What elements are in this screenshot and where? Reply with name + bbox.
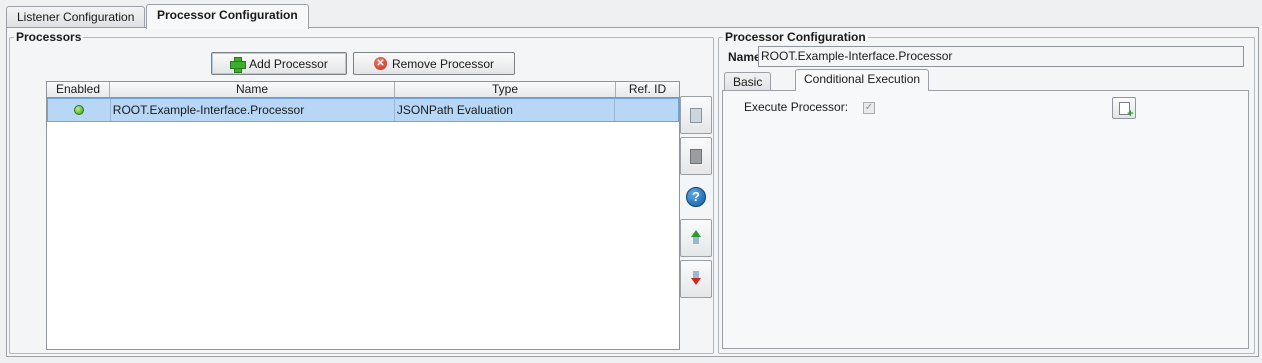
move-up-button[interactable] (680, 219, 712, 257)
column-header-type[interactable]: Type (395, 82, 616, 97)
ref-id-cell[interactable] (615, 99, 678, 121)
move-up-icon (689, 230, 703, 246)
execute-processor-checkbox[interactable]: ✓ (863, 102, 875, 114)
column-header-name[interactable]: Name (110, 82, 395, 97)
paste-icon (687, 145, 702, 164)
copy-icon (687, 104, 702, 123)
enabled-cell[interactable] (48, 99, 111, 121)
help-icon: ? (686, 187, 706, 207)
tab-conditional-execution[interactable]: Conditional Execution (795, 69, 930, 91)
plus-icon (230, 56, 247, 73)
add-processor-label: Add Processor (249, 56, 328, 71)
tab-listener-configuration[interactable]: Listener Configuration (6, 6, 146, 28)
tab-basic[interactable]: Basic (724, 72, 772, 92)
name-field[interactable]: ROOT.Example-Interface.Processor (758, 46, 1244, 67)
copy-processor-button[interactable] (680, 96, 712, 134)
execute-processor-label: Execute Processor: (744, 100, 849, 114)
remove-processor-button[interactable]: ✕ Remove Processor (353, 52, 515, 75)
type-cell[interactable]: JSONPath Evaluation (395, 99, 616, 121)
add-processor-button[interactable]: Add Processor (211, 52, 347, 75)
move-down-icon (689, 271, 703, 287)
enabled-status-icon (73, 104, 84, 115)
processors-group-title: Processors (14, 30, 84, 44)
name-cell[interactable]: ROOT.Example-Interface.Processor (111, 99, 395, 121)
paste-processor-button[interactable] (680, 137, 712, 175)
conditional-execution-panel: Execute Processor: ✓ (722, 90, 1249, 349)
column-header-ref-id[interactable]: Ref. ID (616, 82, 679, 97)
remove-icon: ✕ (373, 57, 387, 70)
new-document-icon (1118, 101, 1134, 119)
remove-processor-label: Remove Processor (391, 56, 495, 71)
column-header-enabled[interactable]: Enabled (47, 82, 110, 97)
processor-config-group-title: Processor Configuration (723, 30, 868, 44)
processors-table[interactable]: Enabled Name Type Ref. ID ROOT.Example-I… (46, 81, 680, 350)
tab-processor-configuration[interactable]: Processor Configuration (146, 4, 309, 29)
help-button[interactable]: ? (680, 178, 712, 216)
add-condition-button[interactable] (1112, 97, 1136, 119)
table-header: Enabled Name Type Ref. ID (47, 82, 679, 98)
table-row[interactable]: ROOT.Example-Interface.Processor JSONPat… (47, 98, 679, 122)
move-down-button[interactable] (680, 260, 712, 298)
